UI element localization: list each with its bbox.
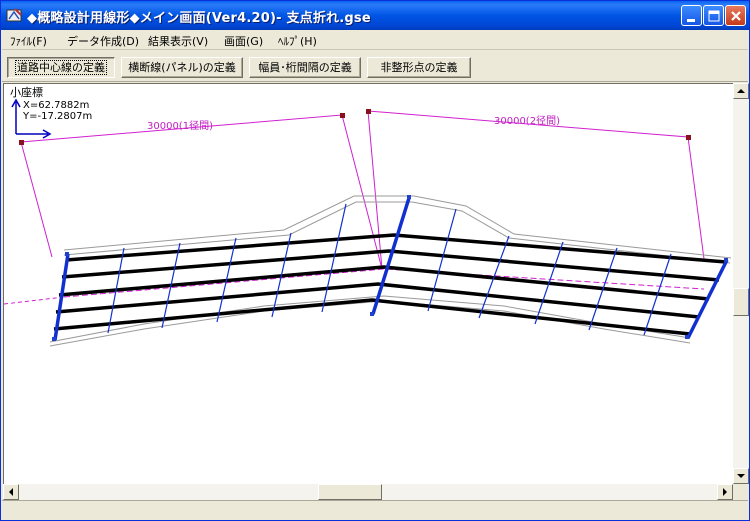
close-icon [731, 11, 741, 21]
horizontal-scrollbar[interactable] [3, 484, 733, 500]
menu-help[interactable]: ﾍﾙﾌﾟ(H) [278, 33, 317, 49]
window-title: ◆概略設計用線形◆メイン画面(Ver4.20)- 支点折れ.gse [27, 11, 371, 26]
menu-screen[interactable]: 画面(G) [224, 33, 263, 49]
define-width-girder-button[interactable]: 幅員･桁間隔の定義 [249, 57, 361, 78]
minimize-button[interactable] [681, 5, 702, 26]
scroll-left-button[interactable] [3, 484, 19, 500]
main-window: ◆概略設計用線形◆メイン画面(Ver4.20)- 支点折れ.gse ﾌｧｲﾙ(F… [0, 0, 750, 521]
toolbar: 道路中心線の定義 横断線(パネル)の定義 幅員･桁間隔の定義 非整形点の定義 [2, 51, 748, 82]
arrow-left-icon [9, 488, 13, 496]
define-irregular-points-button[interactable]: 非整形点の定義 [367, 57, 471, 78]
span-dimension-lines [4, 110, 705, 305]
scroll-corner [733, 484, 749, 500]
horizontal-scroll-thumb[interactable] [318, 484, 382, 500]
define-road-centerline-button[interactable]: 道路中心線の定義 [7, 57, 115, 78]
close-button[interactable] [725, 5, 746, 26]
define-cross-lines-button[interactable]: 横断線(パネル)の定義 [121, 57, 243, 78]
app-icon[interactable] [6, 7, 23, 24]
arrow-right-icon [723, 488, 727, 496]
vertical-scrollbar[interactable] [733, 83, 749, 484]
bridge-plan-drawing [4, 109, 732, 347]
menu-view[interactable]: 結果表示(V) [148, 33, 208, 49]
drawing-canvas[interactable]: 小座標 X=62.7882m Y=-17.2807m 30000(1径間) 30… [3, 83, 733, 484]
span-markers [19, 109, 691, 145]
status-bar [2, 500, 748, 520]
title-bar[interactable]: ◆概略設計用線形◆メイン画面(Ver4.20)- 支点折れ.gse [1, 1, 749, 30]
scroll-up-button[interactable] [733, 83, 749, 99]
minimize-icon [687, 19, 695, 22]
scroll-down-button[interactable] [733, 468, 749, 484]
menu-file[interactable]: ﾌｧｲﾙ(F) [10, 33, 47, 49]
menu-bar: ﾌｧｲﾙ(F) データ作成(D) 結果表示(V) 画面(G) ﾍﾙﾌﾟ(H) [2, 30, 748, 50]
menu-data[interactable]: データ作成(D) [67, 33, 139, 49]
define-road-centerline-label: 道路中心線の定義 [15, 60, 107, 75]
vertical-scroll-thumb[interactable] [733, 288, 749, 316]
maximize-button[interactable] [703, 5, 724, 26]
arrow-down-icon [737, 474, 745, 478]
scroll-right-button[interactable] [717, 484, 733, 500]
maximize-icon [708, 10, 720, 22]
arrow-up-icon [737, 89, 745, 93]
